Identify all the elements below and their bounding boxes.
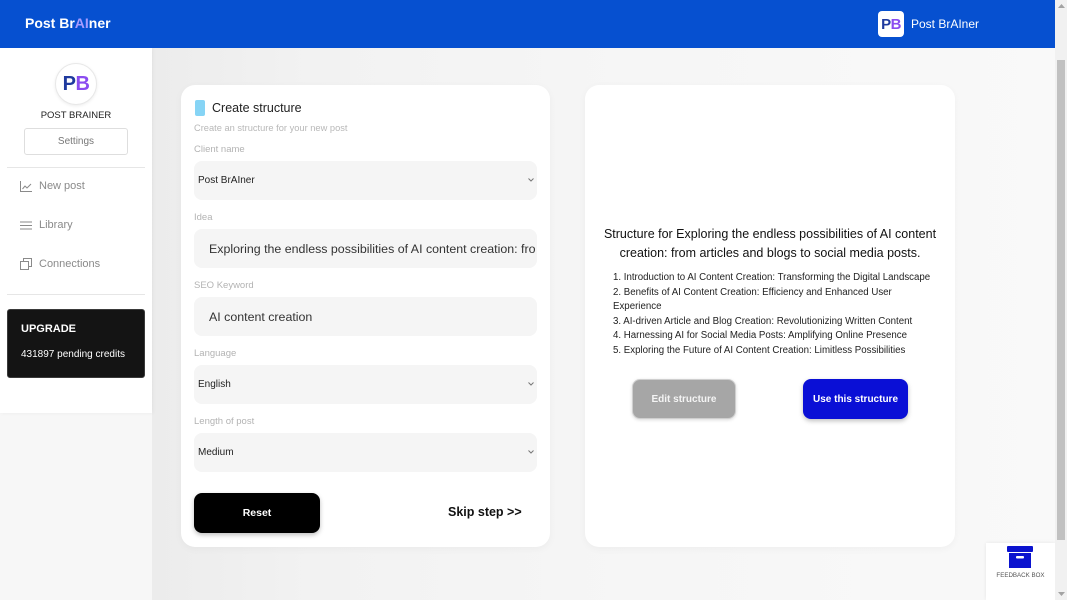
client-name-label: Client name bbox=[194, 144, 245, 155]
account-logo: PB bbox=[878, 11, 904, 37]
structure-preview-card: Structure for Exploring the endless poss… bbox=[585, 85, 955, 547]
brand-text-end: ner bbox=[88, 15, 111, 31]
sidebar-item-label: Connections bbox=[39, 258, 101, 270]
avatar: PB bbox=[55, 63, 97, 105]
use-structure-button[interactable]: Use this structure bbox=[803, 379, 908, 419]
length-field: Medium bbox=[194, 433, 537, 472]
structure-heading: Structure for Exploring the endless poss… bbox=[603, 227, 937, 260]
list-icon bbox=[20, 219, 32, 231]
sidebar-item-library[interactable]: Library bbox=[7, 210, 145, 240]
brand-text-start: Post Br bbox=[25, 15, 75, 31]
box-icon bbox=[1007, 546, 1033, 568]
scrollbar-thumb[interactable] bbox=[1057, 60, 1065, 540]
idea-label: Idea bbox=[194, 212, 213, 223]
feedback-label: FEEDBACK BOX bbox=[996, 572, 1045, 579]
copy-icon bbox=[20, 258, 32, 270]
structure-list: 1. Introduction to AI Content Creation: … bbox=[613, 271, 937, 359]
pending-credits: 431897 pending credits bbox=[21, 349, 125, 360]
header-brand[interactable]: Post BrAIner bbox=[25, 14, 111, 32]
language-label: Language bbox=[194, 348, 237, 359]
settings-button[interactable]: Settings bbox=[24, 128, 128, 155]
sidebar-item-connections[interactable]: Connections bbox=[7, 249, 145, 279]
top-header: Post BrAIner PB Post BrAIner bbox=[0, 0, 1055, 48]
language-select[interactable]: English bbox=[194, 365, 537, 404]
avatar-letter-b: B bbox=[75, 73, 90, 95]
seo-keyword-input[interactable] bbox=[194, 297, 537, 336]
section-accent bbox=[195, 100, 205, 116]
brand-text-highlight: AI bbox=[74, 15, 89, 31]
list-item: 2. Benefits of AI Content Creation: Effi… bbox=[613, 286, 892, 313]
logo-letter-p: P bbox=[881, 15, 891, 33]
sidebar-item-label: Library bbox=[39, 219, 73, 231]
edit-structure-button[interactable]: Edit structure bbox=[632, 379, 736, 419]
idea-field bbox=[194, 229, 537, 268]
card-subtitle: Create an structure for your new post bbox=[194, 123, 348, 133]
sidebar-divider bbox=[7, 167, 145, 168]
list-item: 4. Harnessing AI for Social Media Posts:… bbox=[613, 330, 907, 342]
upgrade-title: UPGRADE bbox=[21, 323, 77, 335]
page-scrollbar[interactable] bbox=[1055, 0, 1067, 600]
list-item: 3. AI-driven Article and Blog Creation: … bbox=[613, 315, 913, 327]
avatar-letter-p: P bbox=[62, 73, 76, 95]
account-name: Post BrAIner bbox=[911, 17, 980, 31]
language-field: English bbox=[194, 365, 537, 404]
client-name-field: Post BrAIner bbox=[194, 161, 537, 200]
sidebar: PB POST BRAINER Settings New post Librar… bbox=[0, 48, 152, 413]
upgrade-card[interactable]: UPGRADE 431897 pending credits bbox=[7, 309, 145, 378]
sidebar-divider bbox=[7, 294, 145, 295]
create-structure-card: Create structure Create an structure for… bbox=[181, 85, 550, 547]
list-item: 1. Introduction to AI Content Creation: … bbox=[613, 272, 931, 283]
length-select[interactable]: Medium bbox=[194, 433, 537, 472]
skip-step-link[interactable]: Skip step >> bbox=[448, 504, 522, 520]
sidebar-item-label: New post bbox=[39, 180, 85, 192]
idea-input[interactable] bbox=[194, 229, 537, 268]
seo-keyword-label: SEO Keyword bbox=[194, 280, 254, 291]
sidebar-item-new-post[interactable]: New post bbox=[7, 171, 145, 201]
reset-button[interactable]: Reset bbox=[194, 493, 320, 533]
profile-name: POST BRAINER bbox=[40, 110, 112, 121]
length-label: Length of post bbox=[194, 416, 255, 427]
scroll-down-arrow-icon[interactable] bbox=[1055, 588, 1067, 600]
line-chart-icon bbox=[20, 180, 32, 192]
logo-letter-b: B bbox=[890, 15, 902, 33]
seo-keyword-field bbox=[194, 297, 537, 336]
scroll-up-arrow-icon[interactable] bbox=[1055, 0, 1067, 12]
list-item: 5. Exploring the Future of AI Content Cr… bbox=[613, 344, 906, 356]
client-name-select[interactable]: Post BrAIner bbox=[194, 161, 537, 200]
card-title: Create structure bbox=[212, 101, 302, 115]
feedback-box-button[interactable]: FEEDBACK BOX bbox=[986, 543, 1055, 600]
account-menu[interactable]: PB Post BrAIner bbox=[878, 11, 979, 37]
